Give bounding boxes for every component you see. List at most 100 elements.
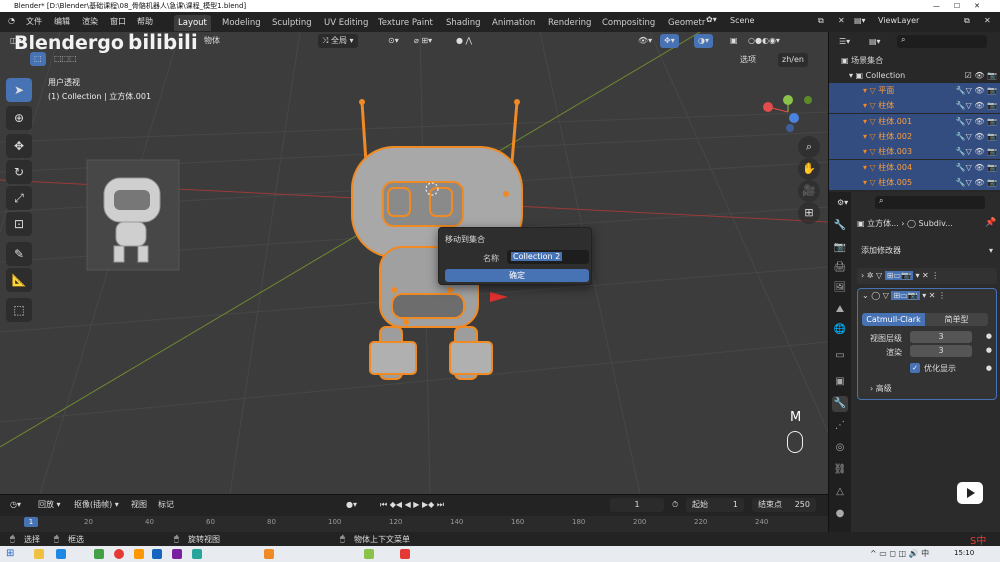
app2-icon[interactable] (364, 549, 374, 559)
move-tool-icon[interactable]: ✥ (6, 134, 32, 158)
visibility-toggle-icons[interactable]: 🔧▽ 👁 📷 (956, 98, 997, 113)
blender-logo-icon[interactable]: ◔ (8, 16, 15, 25)
menu-window[interactable]: 窗口 (110, 16, 126, 27)
visibility-toggle-icons[interactable]: 🔧▽ 👁 📷 (956, 83, 997, 98)
new-scene-icon[interactable]: ⧉ (818, 16, 824, 26)
workspace-tab-0[interactable]: Layout (174, 15, 211, 31)
render-levels-field[interactable]: 3 (910, 345, 972, 357)
zoom-icon[interactable]: ⌕ (798, 136, 820, 158)
viewport-levels-dot-icon[interactable]: ● (986, 332, 992, 340)
input-method-icon[interactable]: S中 (970, 532, 986, 547)
windows-start-icon[interactable]: ⊞ (6, 548, 14, 559)
cursor-tool-icon[interactable]: ⊕ (6, 106, 32, 130)
view-layer-tab-icon[interactable]: 🖼 (832, 280, 848, 296)
view-layer-icon[interactable]: ▤▾ (854, 16, 866, 25)
workspace-tab-5[interactable]: Shading (442, 15, 485, 31)
scale-tool-icon[interactable]: ⤢ (6, 186, 32, 210)
premiere-icon[interactable] (172, 549, 182, 559)
menu-render[interactable]: 渲染 (82, 16, 98, 27)
object-tab-icon[interactable]: ▣ (832, 374, 848, 390)
outliner-item[interactable]: ▾ ▽ 平面 🔧▽ 👁 📷 (829, 83, 1000, 98)
select-mode-extend-icon[interactable]: ⬚⬚⬚ (50, 52, 81, 66)
outliner-item[interactable]: ▾ ▽ 柱体.002 🔧▽ 👁 📷 (829, 128, 1000, 144)
record-icon[interactable]: ●▾ (342, 498, 361, 512)
viewport-levels-field[interactable]: 3 (910, 331, 972, 343)
props-search-input[interactable]: ⌕ (875, 196, 985, 209)
collection-row[interactable]: ▾ ▣ Collection ☑ 👁 📷 (829, 68, 1000, 83)
material-tab-icon[interactable]: ● (832, 506, 848, 522)
remove-scene-icon[interactable]: ✕ (838, 16, 845, 25)
menu-edit[interactable]: 编辑 (54, 16, 70, 27)
current-frame-field[interactable]: 1 (610, 498, 664, 512)
xray-icon[interactable]: ▣ (726, 34, 742, 48)
collection-name-input[interactable]: Collection 2 (507, 250, 589, 264)
world-tab-icon[interactable]: 🌐 (832, 322, 848, 338)
collection-visibility-icons[interactable]: ☑ 👁 📷 (965, 68, 997, 83)
outliner-item[interactable]: ▾ ▽ 柱体.001 🔧▽ 👁 📷 (829, 113, 1000, 129)
tray-icons[interactable]: ^ ▭ ◻ ◫ 🔊 中 (870, 548, 929, 559)
annotate-tool-icon[interactable]: ✎ (6, 242, 32, 266)
render-tab-icon[interactable]: 📷 (832, 240, 848, 256)
gizmo-toggle-icon[interactable]: ✥▾ (660, 34, 679, 48)
pin-icon[interactable]: 📌 (985, 218, 996, 228)
optimize-dot-icon[interactable]: ● (986, 364, 992, 372)
photoshop-icon[interactable] (152, 549, 162, 559)
workspace-tab-2[interactable]: Sculpting (268, 15, 316, 31)
workspace-tab-4[interactable]: Texture Paint (374, 15, 437, 31)
modifier-1-header[interactable]: › ✲ ▽ ⊞▭📷 ▾ ✕ ⋮ (857, 268, 997, 284)
snap-icon[interactable]: ⌀ ⊞▾ (410, 34, 436, 48)
timeline-ruler[interactable]: 1 20 40 60 80 100 120 140 160 180 200 220 240 (0, 516, 828, 532)
illustrator-icon[interactable] (134, 549, 144, 559)
workspace-tab-8[interactable]: Compositing (598, 15, 659, 31)
object-menu[interactable]: 物体 (200, 34, 224, 48)
visibility-toggle-icons[interactable]: 🔧▽ 👁 📷 (956, 144, 997, 159)
preview-range-icon[interactable]: ⏱ (668, 498, 682, 512)
options-menu[interactable]: 选项 (736, 53, 760, 67)
chrome-icon[interactable] (114, 549, 124, 559)
outliner-item[interactable]: ▾ ▽ 柱体.004 🔧▽ 👁 📷 (829, 159, 1000, 175)
subdiv-close-icon[interactable]: ▾ ✕ ⋮ (922, 291, 946, 300)
blender-taskbar-icon[interactable] (264, 549, 274, 559)
scene-name[interactable]: Scene (730, 16, 754, 25)
measure-tool-icon[interactable]: 📐 (6, 268, 32, 292)
pivot-icon[interactable]: ⊙▾ (384, 34, 403, 48)
outliner-item[interactable]: ▾ ▽ 柱体.003 🔧▽ 👁 📷 (829, 144, 1000, 160)
menu-help[interactable]: 帮助 (137, 16, 153, 27)
keying-menu[interactable]: 抠像(插帧) ▾ (70, 498, 123, 512)
proportional-edit-icon[interactable]: ● ⋀ (452, 34, 476, 48)
props-editor-icon[interactable]: ⚙▾ (833, 196, 852, 210)
start-frame-field[interactable]: 起始 1 (686, 498, 744, 512)
visibility-toggle-icons[interactable]: 🔧▽ 👁 📷 (956, 175, 997, 190)
scene-icon[interactable]: ✿▾ (706, 15, 717, 24)
hand-pan-icon[interactable]: ✋ (798, 158, 820, 180)
menu-file[interactable]: 文件 (26, 16, 42, 27)
marker-menu[interactable]: 标记 (154, 498, 178, 512)
physics-tab-icon[interactable]: ◎ (832, 440, 848, 456)
display-mode-icon[interactable]: ▤▾ (865, 35, 885, 49)
add-modifier-button[interactable]: 添加修改器 ▾ (855, 244, 997, 258)
new-view-layer-icon[interactable]: ⧉ (964, 16, 970, 26)
simple-tab[interactable]: 简单型 (925, 313, 988, 326)
rotate-tool-icon[interactable]: ↻ (6, 160, 32, 184)
ortho-toggle-icon[interactable]: ⊞ (798, 202, 820, 224)
workspace-tab-7[interactable]: Rendering (544, 15, 595, 31)
subdiv-toggles-icon[interactable]: ⊞▭📷 (891, 291, 920, 300)
outliner-editor-icon[interactable]: ☰▾ (835, 35, 854, 49)
scene-tab-icon[interactable]: ⛰ (832, 302, 848, 318)
timeline-editor-icon[interactable]: ◷▾ (6, 498, 25, 512)
shading-modes-icon[interactable]: ○●◐◉▾ (744, 34, 784, 48)
overlay-toggle-icon[interactable]: ◑▾ (694, 34, 713, 48)
modifier-tab-icon[interactable]: 🔧 (832, 396, 848, 412)
tool-tab-icon[interactable]: 🔧 (832, 218, 848, 234)
video-play-icon[interactable] (957, 482, 983, 504)
visibility-toggle-icons[interactable]: 🔧▽ 👁 📷 (956, 160, 997, 175)
collection-tab-icon[interactable]: ▭ (832, 348, 848, 364)
record-app-icon[interactable] (400, 549, 410, 559)
modifier-1-close-icon[interactable]: ▾ ✕ ⋮ (915, 271, 939, 280)
edge-icon[interactable] (56, 549, 66, 559)
confirm-button[interactable]: 确定 (445, 269, 589, 282)
optimize-display-checkbox[interactable]: ✓ (910, 363, 920, 373)
file-explorer-icon[interactable] (34, 549, 44, 559)
modifier-1-toggles-icon[interactable]: ⊞▭📷 (884, 271, 913, 280)
remove-view-layer-icon[interactable]: ✕ (984, 16, 991, 25)
